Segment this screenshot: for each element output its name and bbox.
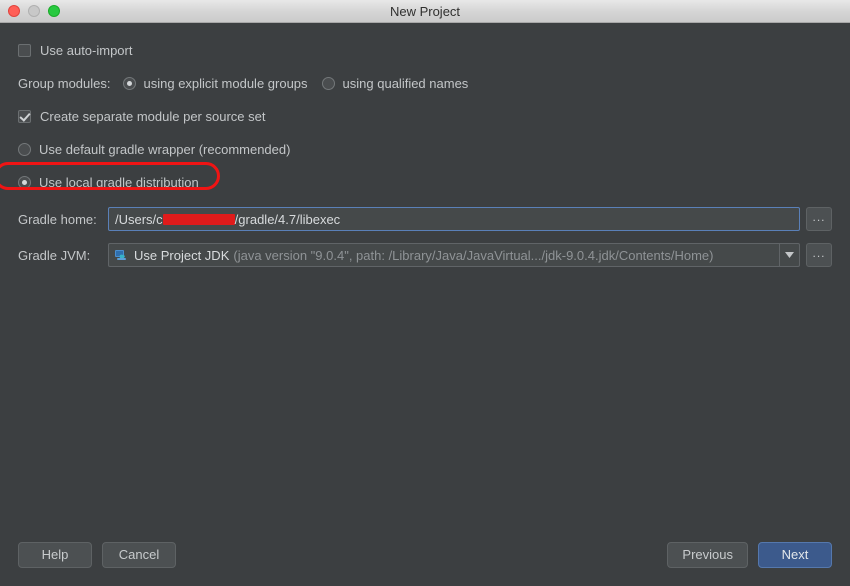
- explicit-module-groups-radio[interactable]: [122, 76, 136, 90]
- jdk-icon: [115, 249, 126, 260]
- gradle-jvm-row: Gradle JVM: Use Project JDK (java versio…: [18, 243, 832, 267]
- minimize-button[interactable]: [28, 5, 40, 17]
- local-gradle-distribution-radio[interactable]: [18, 175, 31, 189]
- group-modules-label: Group modules:: [18, 75, 111, 91]
- gradle-jvm-value: Use Project JDK: [134, 247, 230, 263]
- radio-qualified-names[interactable]: using qualified names: [321, 75, 469, 91]
- gradle-home-browse-button[interactable]: ...: [806, 207, 832, 231]
- radio-row-local-distribution[interactable]: Use local gradle distribution: [18, 171, 832, 193]
- local-gradle-distribution-label: Use local gradle distribution: [39, 174, 199, 190]
- window-titlebar: New Project: [0, 0, 850, 23]
- default-gradle-wrapper-radio[interactable]: [18, 142, 31, 156]
- qualified-names-label: using qualified names: [342, 75, 469, 91]
- auto-import-checkbox[interactable]: [18, 43, 31, 57]
- radio-explicit-module-groups[interactable]: using explicit module groups: [122, 75, 308, 91]
- new-project-dialog: Use auto-import Group modules: using exp…: [0, 23, 850, 586]
- window-controls: [8, 0, 60, 22]
- footer-left-buttons: Help Cancel: [18, 541, 176, 568]
- gradle-jvm-label: Gradle JVM:: [18, 247, 91, 263]
- previous-button[interactable]: Previous: [667, 541, 748, 568]
- group-modules-row: Group modules: using explicit module gro…: [18, 72, 832, 94]
- zoom-button[interactable]: [48, 5, 60, 17]
- gradle-home-row: Gradle home: /Users/c/gradle/4.7/libexec…: [18, 207, 832, 231]
- gradle-jvm-browse-button[interactable]: ...: [806, 243, 832, 267]
- explicit-module-groups-label: using explicit module groups: [143, 75, 308, 91]
- help-button[interactable]: Help: [18, 541, 92, 568]
- gradle-jvm-detail: (java version "9.0.4", path: /Library/Ja…: [233, 247, 714, 263]
- auto-import-label: Use auto-import: [40, 42, 133, 58]
- qualified-names-radio[interactable]: [321, 76, 335, 90]
- radio-row-default-wrapper[interactable]: Use default gradle wrapper (recommended): [18, 138, 832, 160]
- checkbox-row-separate-module[interactable]: Create separate module per source set: [18, 105, 832, 127]
- cancel-button[interactable]: Cancel: [102, 541, 176, 568]
- redaction-overlay: [162, 213, 235, 225]
- next-button[interactable]: Next: [758, 541, 832, 568]
- gradle-jvm-combobox[interactable]: Use Project JDK (java version "9.0.4", p…: [108, 243, 800, 267]
- gradle-home-value-suffix: /gradle/4.7/libexec: [234, 211, 341, 227]
- separate-module-label: Create separate module per source set: [40, 108, 266, 124]
- checkbox-row-auto-import[interactable]: Use auto-import: [18, 39, 832, 61]
- gradle-home-value-prefix: /Users/c: [115, 211, 163, 227]
- chevron-down-icon[interactable]: [779, 244, 799, 266]
- gradle-home-label: Gradle home:: [18, 211, 97, 227]
- default-gradle-wrapper-label: Use default gradle wrapper (recommended): [39, 141, 291, 157]
- close-button[interactable]: [8, 5, 20, 17]
- separate-module-checkbox[interactable]: [18, 109, 31, 123]
- dialog-content: Use auto-import Group modules: using exp…: [0, 23, 850, 523]
- gradle-home-input[interactable]: /Users/c/gradle/4.7/libexec: [108, 207, 800, 231]
- footer-right-buttons: Previous Next: [667, 541, 832, 568]
- dialog-footer: Help Cancel Previous Next: [0, 523, 850, 586]
- window-title: New Project: [389, 3, 461, 19]
